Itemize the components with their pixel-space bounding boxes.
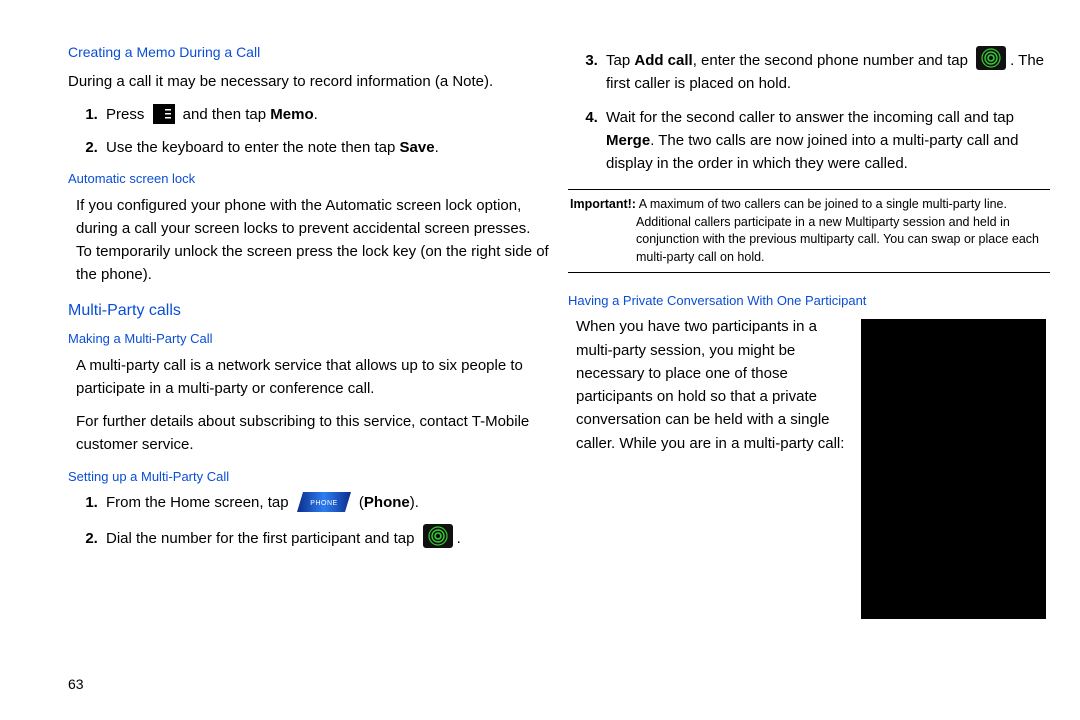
svg-text:PHONE: PHONE <box>310 500 337 507</box>
important-note: Important!: A maximum of two callers can… <box>568 189 1050 273</box>
dial-icon <box>423 524 453 548</box>
memo-step-1: Press and then tap Memo. <box>102 103 550 126</box>
setup-step-1: From the Home screen, tap PHONE (Phone). <box>102 491 550 514</box>
page-number: 63 <box>68 674 84 696</box>
making-p1: A multi-party call is a network service … <box>76 354 550 401</box>
private-section: When you have two participants in a mult… <box>568 315 1050 455</box>
memo-steps: Press and then tap Memo. Use the keyboar… <box>84 103 550 160</box>
setup-step-2: Dial the number for the first participan… <box>102 524 550 550</box>
making-p2: For further details about subscribing to… <box>76 410 550 457</box>
menu-icon <box>153 104 175 124</box>
heading-private-conversation: Having a Private Conversation With One P… <box>568 291 1050 311</box>
phone-app-icon: PHONE <box>297 492 351 512</box>
right-column: Tap Add call, enter the second phone num… <box>568 42 1050 619</box>
memo-step-2: Use the keyboard to enter the note then … <box>102 136 550 159</box>
left-column: Creating a Memo During a Call During a c… <box>68 42 550 619</box>
heading-auto-screen-lock: Automatic screen lock <box>68 169 550 189</box>
memo-intro: During a call it may be necessary to rec… <box>68 70 550 93</box>
note-label: Important!: <box>570 197 636 211</box>
setup-step-4: Wait for the second caller to answer the… <box>602 106 1050 176</box>
dial-icon <box>976 46 1006 70</box>
heading-making-multi-party: Making a Multi-Party Call <box>68 329 550 349</box>
setup-steps-cont: Tap Add call, enter the second phone num… <box>584 46 1050 175</box>
heading-creating-memo: Creating a Memo During a Call <box>68 42 550 64</box>
setup-steps: From the Home screen, tap PHONE (Phone).… <box>84 491 550 551</box>
autolock-paragraph: If you configured your phone with the Au… <box>76 194 550 287</box>
setup-step-3: Tap Add call, enter the second phone num… <box>602 46 1050 96</box>
heading-multi-party-calls: Multi-Party calls <box>68 299 550 324</box>
phone-screenshot-placeholder <box>861 319 1046 619</box>
note-text: A maximum of two callers can be joined t… <box>636 197 1039 264</box>
heading-setting-up: Setting up a Multi-Party Call <box>68 467 550 487</box>
